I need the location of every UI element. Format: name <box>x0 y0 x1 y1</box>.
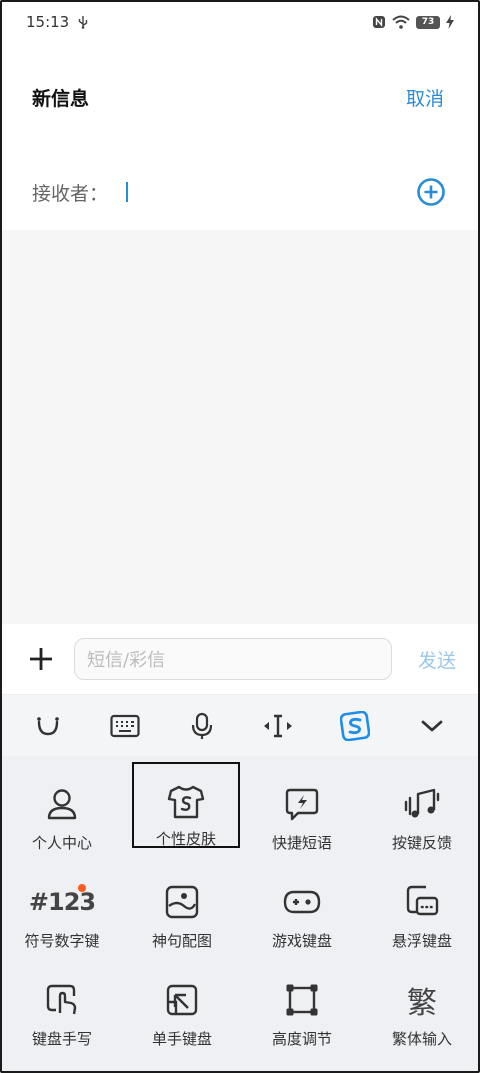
image-icon <box>165 885 199 919</box>
keyboard-icon <box>110 714 140 737</box>
cursor-button[interactable] <box>258 706 298 746</box>
add-contact-icon[interactable] <box>416 177 446 207</box>
person-icon <box>47 789 77 820</box>
voice-button[interactable] <box>182 706 222 746</box>
height-adjust-label: 高度调节 <box>271 1030 332 1048</box>
text-caret <box>126 182 129 202</box>
keyboard-button[interactable] <box>105 706 145 746</box>
one-hand-keyboard-button[interactable]: 单手键盘 <box>122 952 242 1050</box>
key-feedback-button[interactable]: 按键反馈 <box>362 756 478 854</box>
skin-button[interactable]: 个性皮肤 <box>132 762 240 848</box>
status-time: 15:13 <box>26 13 70 31</box>
emoji-icon <box>37 716 60 735</box>
handwriting-button[interactable]: 键盘手写 <box>2 952 122 1050</box>
personal-center-button[interactable]: 个人中心 <box>2 756 122 854</box>
compose-row: 短信/彩信 发送 <box>2 624 478 694</box>
status-left: 15:13 <box>26 13 89 31</box>
status-right: 73 <box>372 15 454 29</box>
handwriting-icon <box>46 984 77 1015</box>
resize-icon <box>286 984 318 1016</box>
status-bar: 15:13 73 <box>2 2 478 42</box>
music-note-icon <box>404 788 440 818</box>
traditional-chinese-icon: 繁 <box>407 986 437 1021</box>
new-badge <box>78 884 86 892</box>
quote-image-label: 神句配图 <box>151 932 212 950</box>
attach-plus-icon[interactable] <box>26 644 56 674</box>
recipient-row[interactable]: 接收者： <box>2 162 478 222</box>
cancel-button[interactable]: 取消 <box>406 84 444 111</box>
game-keyboard-button[interactable]: 游戏键盘 <box>242 854 362 952</box>
sogou-button[interactable] <box>335 706 375 746</box>
chevron-down-icon <box>421 720 443 731</box>
keyboard-toolbar <box>2 694 478 756</box>
quick-phrase-button[interactable]: 快捷短语 <box>242 756 362 854</box>
symbol-number-icon: #123 <box>28 888 96 916</box>
function-grid: 个人中心 个性皮肤 快捷短语 按键反馈 #123 符号数字键 神句配图 游戏键盘… <box>2 756 478 1050</box>
wifi-icon <box>392 15 410 29</box>
cursor-icon <box>264 714 293 737</box>
traditional-input-label: 繁体输入 <box>391 1030 452 1048</box>
skin-label: 个性皮肤 <box>155 830 216 848</box>
battery-icon: 73 <box>416 15 440 29</box>
handwriting-label: 键盘手写 <box>31 1030 92 1048</box>
sogou-logo-icon <box>339 710 370 741</box>
quick-phrase-icon <box>285 788 319 821</box>
recipient-label: 接收者： <box>32 182 109 205</box>
one-hand-keyboard-label: 单手键盘 <box>151 1030 212 1048</box>
floating-keyboard-button[interactable]: 悬浮键盘 <box>362 854 478 952</box>
message-area <box>2 230 478 624</box>
message-placeholder: 短信/彩信 <box>87 650 166 671</box>
screen-frame: 15:13 73 新信息 取消 接收者： 短信/彩信 发送 个人中心 个性皮肤 … <box>0 0 480 1073</box>
emoji-button[interactable] <box>28 706 68 746</box>
game-keyboard-label: 游戏键盘 <box>271 932 332 950</box>
personal-center-label: 个人中心 <box>31 834 92 852</box>
collapse-keyboard-button[interactable] <box>412 706 452 746</box>
usb-icon <box>79 16 88 29</box>
symbol-number-button[interactable]: #123 符号数字键 <box>2 854 122 952</box>
tshirt-icon <box>167 785 205 819</box>
quote-image-button[interactable]: 神句配图 <box>122 854 242 952</box>
key-feedback-label: 按键反馈 <box>391 834 452 852</box>
keyboard-function-panel: 个人中心 个性皮肤 快捷短语 按键反馈 #123 符号数字键 神句配图 游戏键盘… <box>2 756 478 1071</box>
height-adjust-button[interactable]: 高度调节 <box>242 952 362 1050</box>
floating-keyboard-label: 悬浮键盘 <box>391 932 452 950</box>
microphone-icon <box>191 712 212 739</box>
header: 新信息 取消 <box>2 72 478 122</box>
gamepad-icon <box>283 890 321 914</box>
floating-keyboard-icon <box>406 885 439 916</box>
charging-icon <box>446 15 454 29</box>
nfc-icon <box>373 16 385 28</box>
symbol-number-label: 符号数字键 <box>24 932 100 950</box>
quick-phrase-label: 快捷短语 <box>271 834 332 852</box>
message-input[interactable]: 短信/彩信 <box>74 638 392 680</box>
page-title: 新信息 <box>32 87 90 110</box>
send-button[interactable]: 发送 <box>418 646 456 673</box>
one-hand-keyboard-icon <box>166 984 198 1016</box>
traditional-input-button[interactable]: 繁 繁体输入 <box>362 952 478 1050</box>
